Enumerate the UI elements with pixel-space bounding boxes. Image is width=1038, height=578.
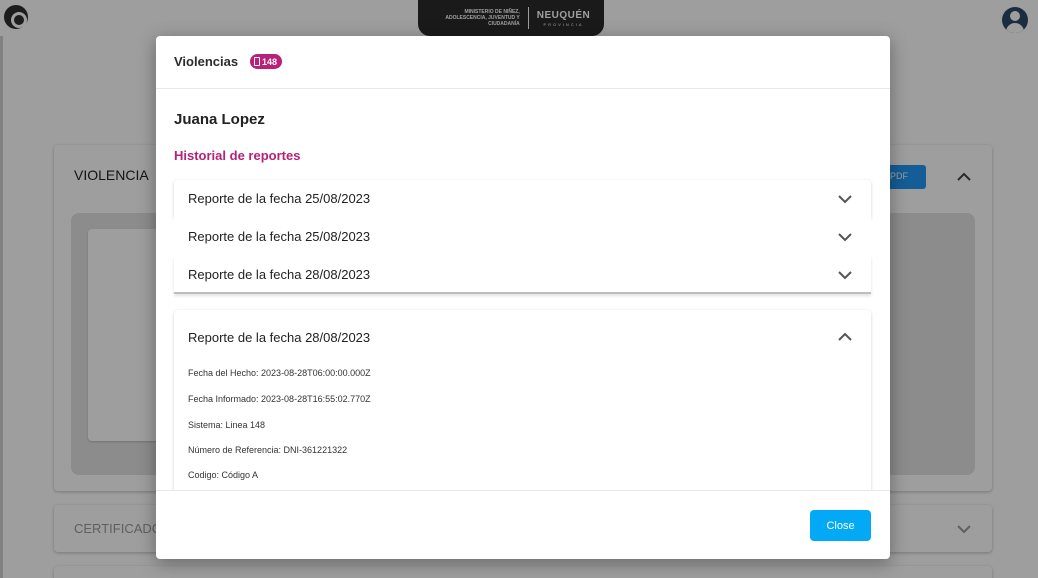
report-detail-codigo: Codigo: Código A [188, 470, 259, 480]
chevron-down-icon[interactable] [836, 266, 854, 284]
report-item-label: Reporte de la fecha 25/08/2023 [188, 191, 371, 206]
report-item-label: Reporte de la fecha 28/08/2023 [188, 330, 371, 345]
chevron-down-icon[interactable] [836, 228, 854, 246]
close-button[interactable]: Close [810, 510, 871, 541]
modal-title: Violencias [174, 54, 239, 69]
report-item[interactable]: Reporte de la fecha 25/08/2023 [174, 180, 871, 218]
violencias-modal: Violencias 148 Juana Lopez Historial de … [156, 36, 890, 559]
report-detail-numero-referencia: Número de Referencia: DNI-361221322 [188, 445, 348, 455]
person-name: Juana Lopez [174, 111, 265, 128]
badge-number: 148 [262, 56, 278, 67]
report-item-label: Reporte de la fecha 25/08/2023 [188, 229, 371, 244]
report-detail-fecha-informado: Fecha Informado: 2023-08-28T16:55:02.770… [188, 394, 371, 404]
phone-icon [254, 57, 260, 66]
report-item[interactable]: Reporte de la fecha 25/08/2023 [174, 218, 871, 256]
report-detail-fecha-hecho: Fecha del Hecho: 2023-08-28T06:00:00.000… [188, 368, 371, 378]
report-item[interactable]: Reporte de la fecha 28/08/2023 [174, 256, 871, 294]
modal-header: Violencias 148 [156, 36, 890, 89]
chevron-up-icon[interactable] [836, 328, 854, 346]
line-148-badge: 148 [250, 54, 283, 69]
reports-accordion: Reporte de la fecha 25/08/2023 Reporte d… [174, 180, 871, 490]
report-item-label: Reporte de la fecha 28/08/2023 [188, 267, 371, 282]
report-detail-sistema: Sistema: Linea 148 [188, 420, 266, 430]
reports-history-title: Historial de reportes [174, 148, 301, 163]
modal-footer: Close [156, 490, 890, 559]
chevron-down-icon[interactable] [836, 190, 854, 208]
report-item-expanded[interactable]: Reporte de la fecha 28/08/2023 Fecha del… [174, 310, 871, 490]
modal-body[interactable]: Juana Lopez Historial de reportes Report… [156, 90, 890, 490]
